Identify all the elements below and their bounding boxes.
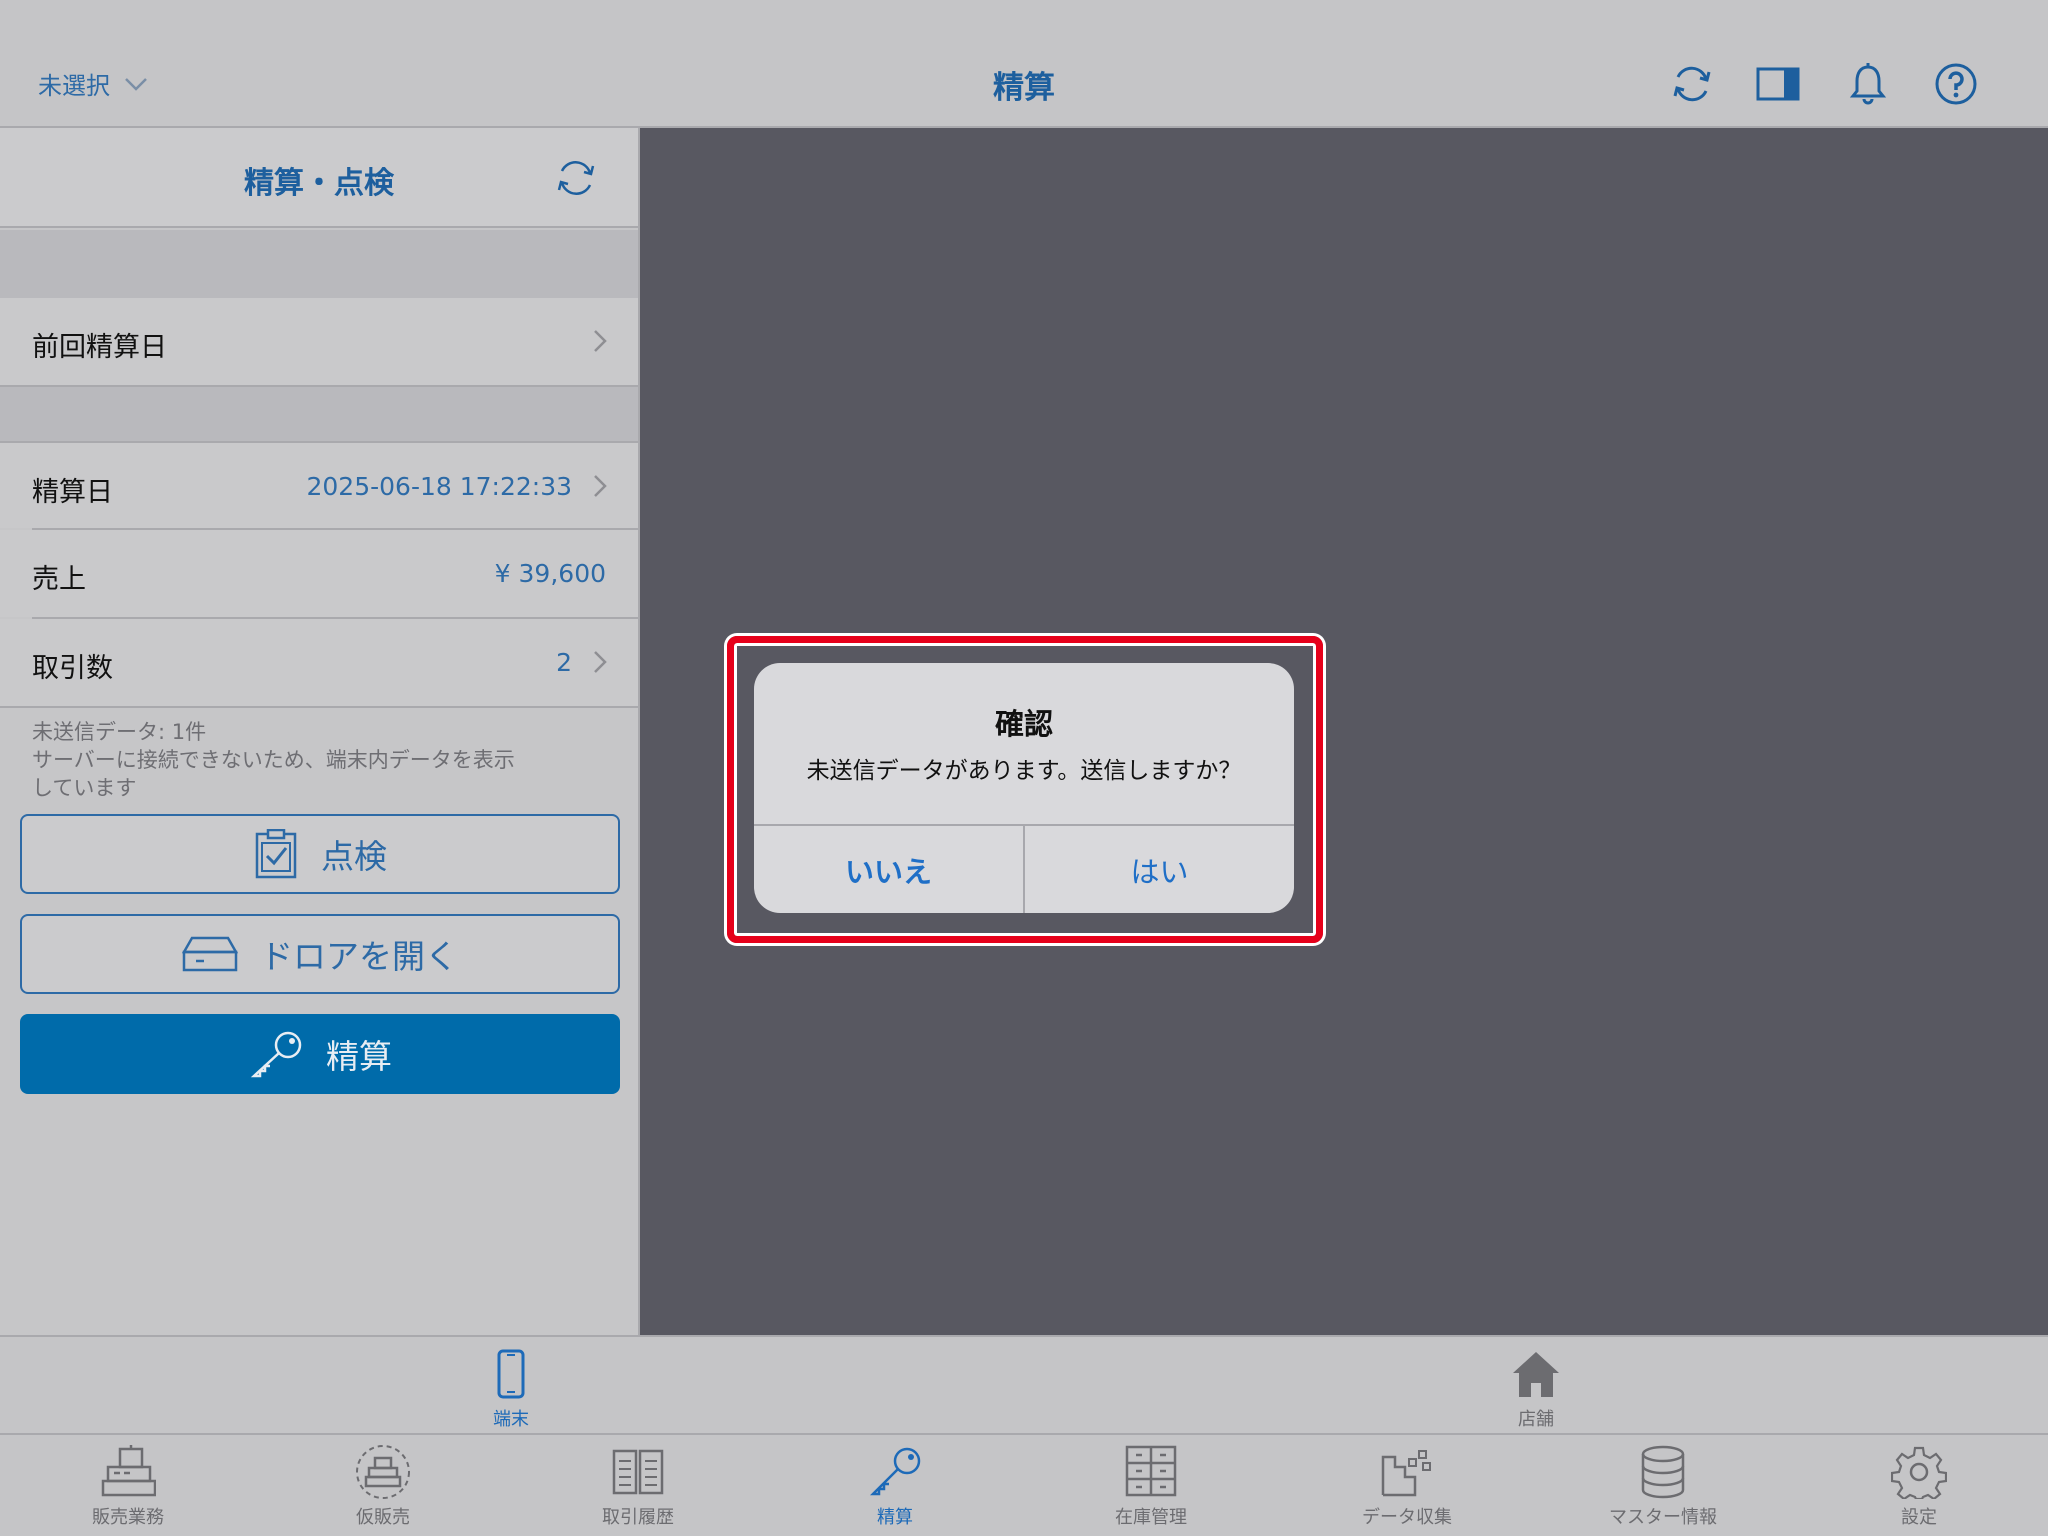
segment-device[interactable]: 端末 <box>451 1349 571 1433</box>
panel-title: 精算・点検 <box>244 166 394 201</box>
key-icon <box>869 1447 921 1496</box>
bell-icon[interactable] <box>1846 62 1890 106</box>
inspect-button[interactable]: 点検 <box>20 814 620 894</box>
tab-inventory[interactable]: 在庫管理 <box>1061 1445 1241 1535</box>
settle-button-label: 精算 <box>326 1037 392 1076</box>
sales-row: 売上 ¥ 39,600 <box>0 530 638 617</box>
settlement-date-row[interactable]: 精算日 2025-06-18 17:22:33 <box>0 441 638 528</box>
offline-note: 未送信データ: 1件 サーバーに接続できないため、端末内データを表示 しています <box>32 718 592 802</box>
smartphone-icon <box>497 1349 525 1399</box>
sales-value: ¥ 39,600 <box>494 559 606 588</box>
chevron-right-icon <box>594 330 607 352</box>
cash-register-icon <box>101 1445 156 1497</box>
confirm-alert: 確認 未送信データがあります。送信しますか？ いいえ はい <box>754 663 1294 913</box>
cabinet-icon <box>1125 1445 1177 1497</box>
tab-data-collection[interactable]: データ収集 <box>1317 1445 1497 1535</box>
tab-transaction-history-label: 取引履歴 <box>602 1507 674 1528</box>
home-icon <box>1513 1352 1559 1397</box>
last-settlement-row[interactable]: 前回精算日 <box>0 298 638 385</box>
clipboard-check-icon <box>255 829 297 879</box>
store-selector[interactable]: 未選択 <box>38 66 148 101</box>
database-icon <box>1641 1445 1685 1499</box>
inspect-button-label: 点検 <box>321 837 387 876</box>
navigation-bar: 未選択 精算 <box>0 0 2048 128</box>
panel-header: 精算・点検 <box>0 128 638 228</box>
tab-settings-label: 設定 <box>1901 1507 1937 1528</box>
unsent-count-text: 未送信データ: 1件 <box>32 720 207 744</box>
settle-button[interactable]: 精算 <box>20 1014 620 1094</box>
sync-icon[interactable] <box>1670 62 1714 106</box>
store-selector-label: 未選択 <box>38 72 110 100</box>
open-drawer-button[interactable]: ドロアを開く <box>20 914 620 994</box>
transactions-label: 取引数 <box>32 653 113 684</box>
cash-drawer-icon <box>182 936 238 972</box>
tab-bar: 販売業務 仮販売 取引履歴 精算 在庫管理 データ収集 マスター情報 設定 <box>0 1435 2048 1536</box>
sales-label: 売上 <box>32 564 86 595</box>
alert-yes-button[interactable]: はい <box>1025 826 1294 913</box>
segment-store[interactable]: 店舗 <box>1476 1349 1596 1433</box>
alert-no-button[interactable]: いいえ <box>754 826 1023 913</box>
tab-master-info-label: マスター情報 <box>1609 1507 1717 1528</box>
gear-icon <box>1891 1446 1947 1499</box>
alert-message: 未送信データがあります。送信しますか？ <box>806 758 1242 784</box>
help-icon[interactable] <box>1934 62 1978 106</box>
tab-inventory-label: 在庫管理 <box>1115 1507 1187 1528</box>
chevron-right-icon <box>594 651 607 673</box>
tab-settlement-label: 精算 <box>877 1507 913 1528</box>
open-book-icon <box>612 1449 664 1495</box>
scope-segment-bar: 端末 店舗 <box>0 1335 2048 1435</box>
provisional-register-icon <box>356 1445 410 1499</box>
tab-transaction-history[interactable]: 取引履歴 <box>548 1445 728 1535</box>
open-drawer-button-label: ドロアを開く <box>260 937 458 976</box>
tab-settlement[interactable]: 精算 <box>805 1445 985 1535</box>
page-title: 精算 <box>993 70 1055 106</box>
chevron-right-icon <box>594 475 607 497</box>
tab-provisional-sales[interactable]: 仮販売 <box>293 1445 473 1535</box>
offline-message-line1: サーバーに接続できないため、端末内データを表示 <box>32 748 515 772</box>
settlement-date-label: 精算日 <box>32 477 113 508</box>
tab-data-collection-label: データ収集 <box>1362 1507 1452 1528</box>
settlement-panel: 精算・点検 前回精算日 精算日 2025-06-18 17:22:33 売上 ¥… <box>0 128 640 1335</box>
segment-device-label: 端末 <box>493 1409 529 1430</box>
tab-settings[interactable]: 設定 <box>1829 1445 2009 1535</box>
section-gap <box>0 230 638 298</box>
transactions-row[interactable]: 取引数 2 <box>0 619 638 708</box>
settlement-date-value: 2025-06-18 17:22:33 <box>306 472 572 501</box>
tab-master-info[interactable]: マスター情報 <box>1573 1445 1753 1535</box>
data-collection-icon <box>1381 1450 1431 1497</box>
tab-sales-label: 販売業務 <box>92 1507 164 1528</box>
split-view-icon[interactable] <box>1756 62 1800 106</box>
alert-title: 確認 <box>994 707 1053 741</box>
chevron-down-icon <box>125 77 147 91</box>
last-settlement-label: 前回精算日 <box>32 332 167 363</box>
tab-provisional-sales-label: 仮販売 <box>356 1507 410 1528</box>
key-icon <box>250 1031 302 1078</box>
tab-sales[interactable]: 販売業務 <box>38 1445 218 1535</box>
refresh-icon[interactable] <box>554 156 598 200</box>
section-gap <box>0 385 638 441</box>
segment-store-label: 店舗 <box>1518 1409 1554 1430</box>
offline-message-line2: しています <box>32 776 137 800</box>
transactions-value: 2 <box>556 648 572 677</box>
